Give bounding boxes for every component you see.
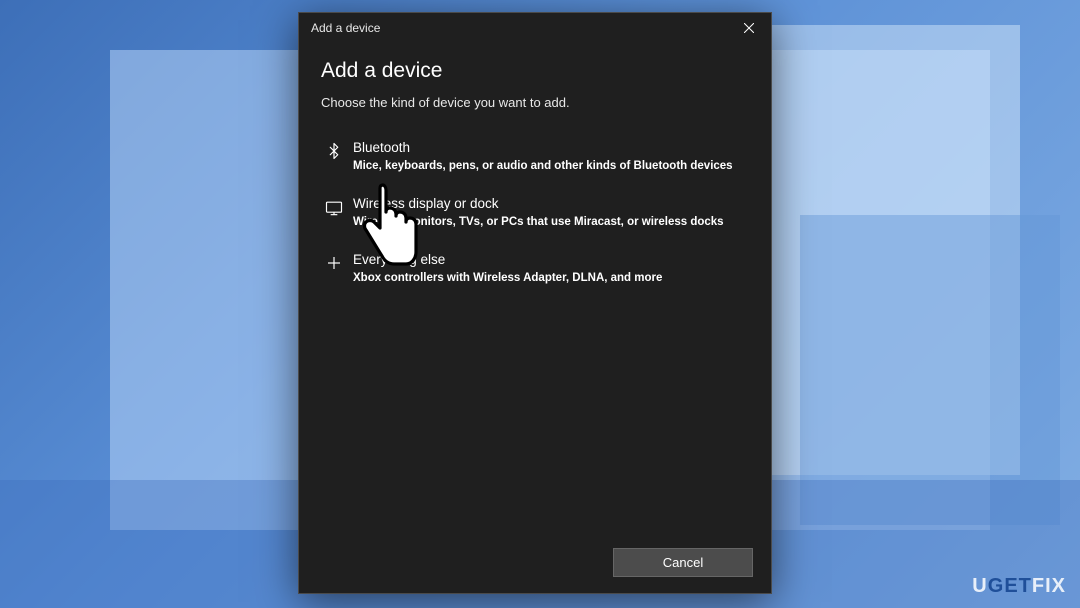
dialog-footer: Cancel [299,536,771,593]
monitor-icon [321,196,347,218]
bluetooth-icon [321,140,347,160]
option-desc: Wireless monitors, TVs, or PCs that use … [353,214,745,230]
option-everything-else[interactable]: Everything else Xbox controllers with Wi… [321,244,749,300]
option-title: Wireless display or dock [353,196,745,213]
option-wireless-display[interactable]: Wireless display or dock Wireless monito… [321,188,749,244]
watermark: UGETFIX [972,575,1066,598]
add-device-dialog: Add a device Add a device Choose the kin… [298,12,772,594]
option-desc: Xbox controllers with Wireless Adapter, … [353,270,745,286]
titlebar-title: Add a device [311,21,727,35]
dialog-content: Add a device Choose the kind of device y… [299,43,771,536]
page-title: Add a device [321,59,749,83]
option-bluetooth[interactable]: Bluetooth Mice, keyboards, pens, or audi… [321,132,749,188]
option-title: Everything else [353,252,745,269]
page-subtitle: Choose the kind of device you want to ad… [321,95,749,110]
close-icon [744,23,754,33]
desktop-background-panel [800,215,1060,525]
titlebar: Add a device [299,13,771,43]
option-desc: Mice, keyboards, pens, or audio and othe… [353,158,745,174]
option-title: Bluetooth [353,140,745,157]
plus-icon [321,252,347,272]
close-button[interactable] [727,13,771,43]
cancel-button[interactable]: Cancel [613,548,753,577]
